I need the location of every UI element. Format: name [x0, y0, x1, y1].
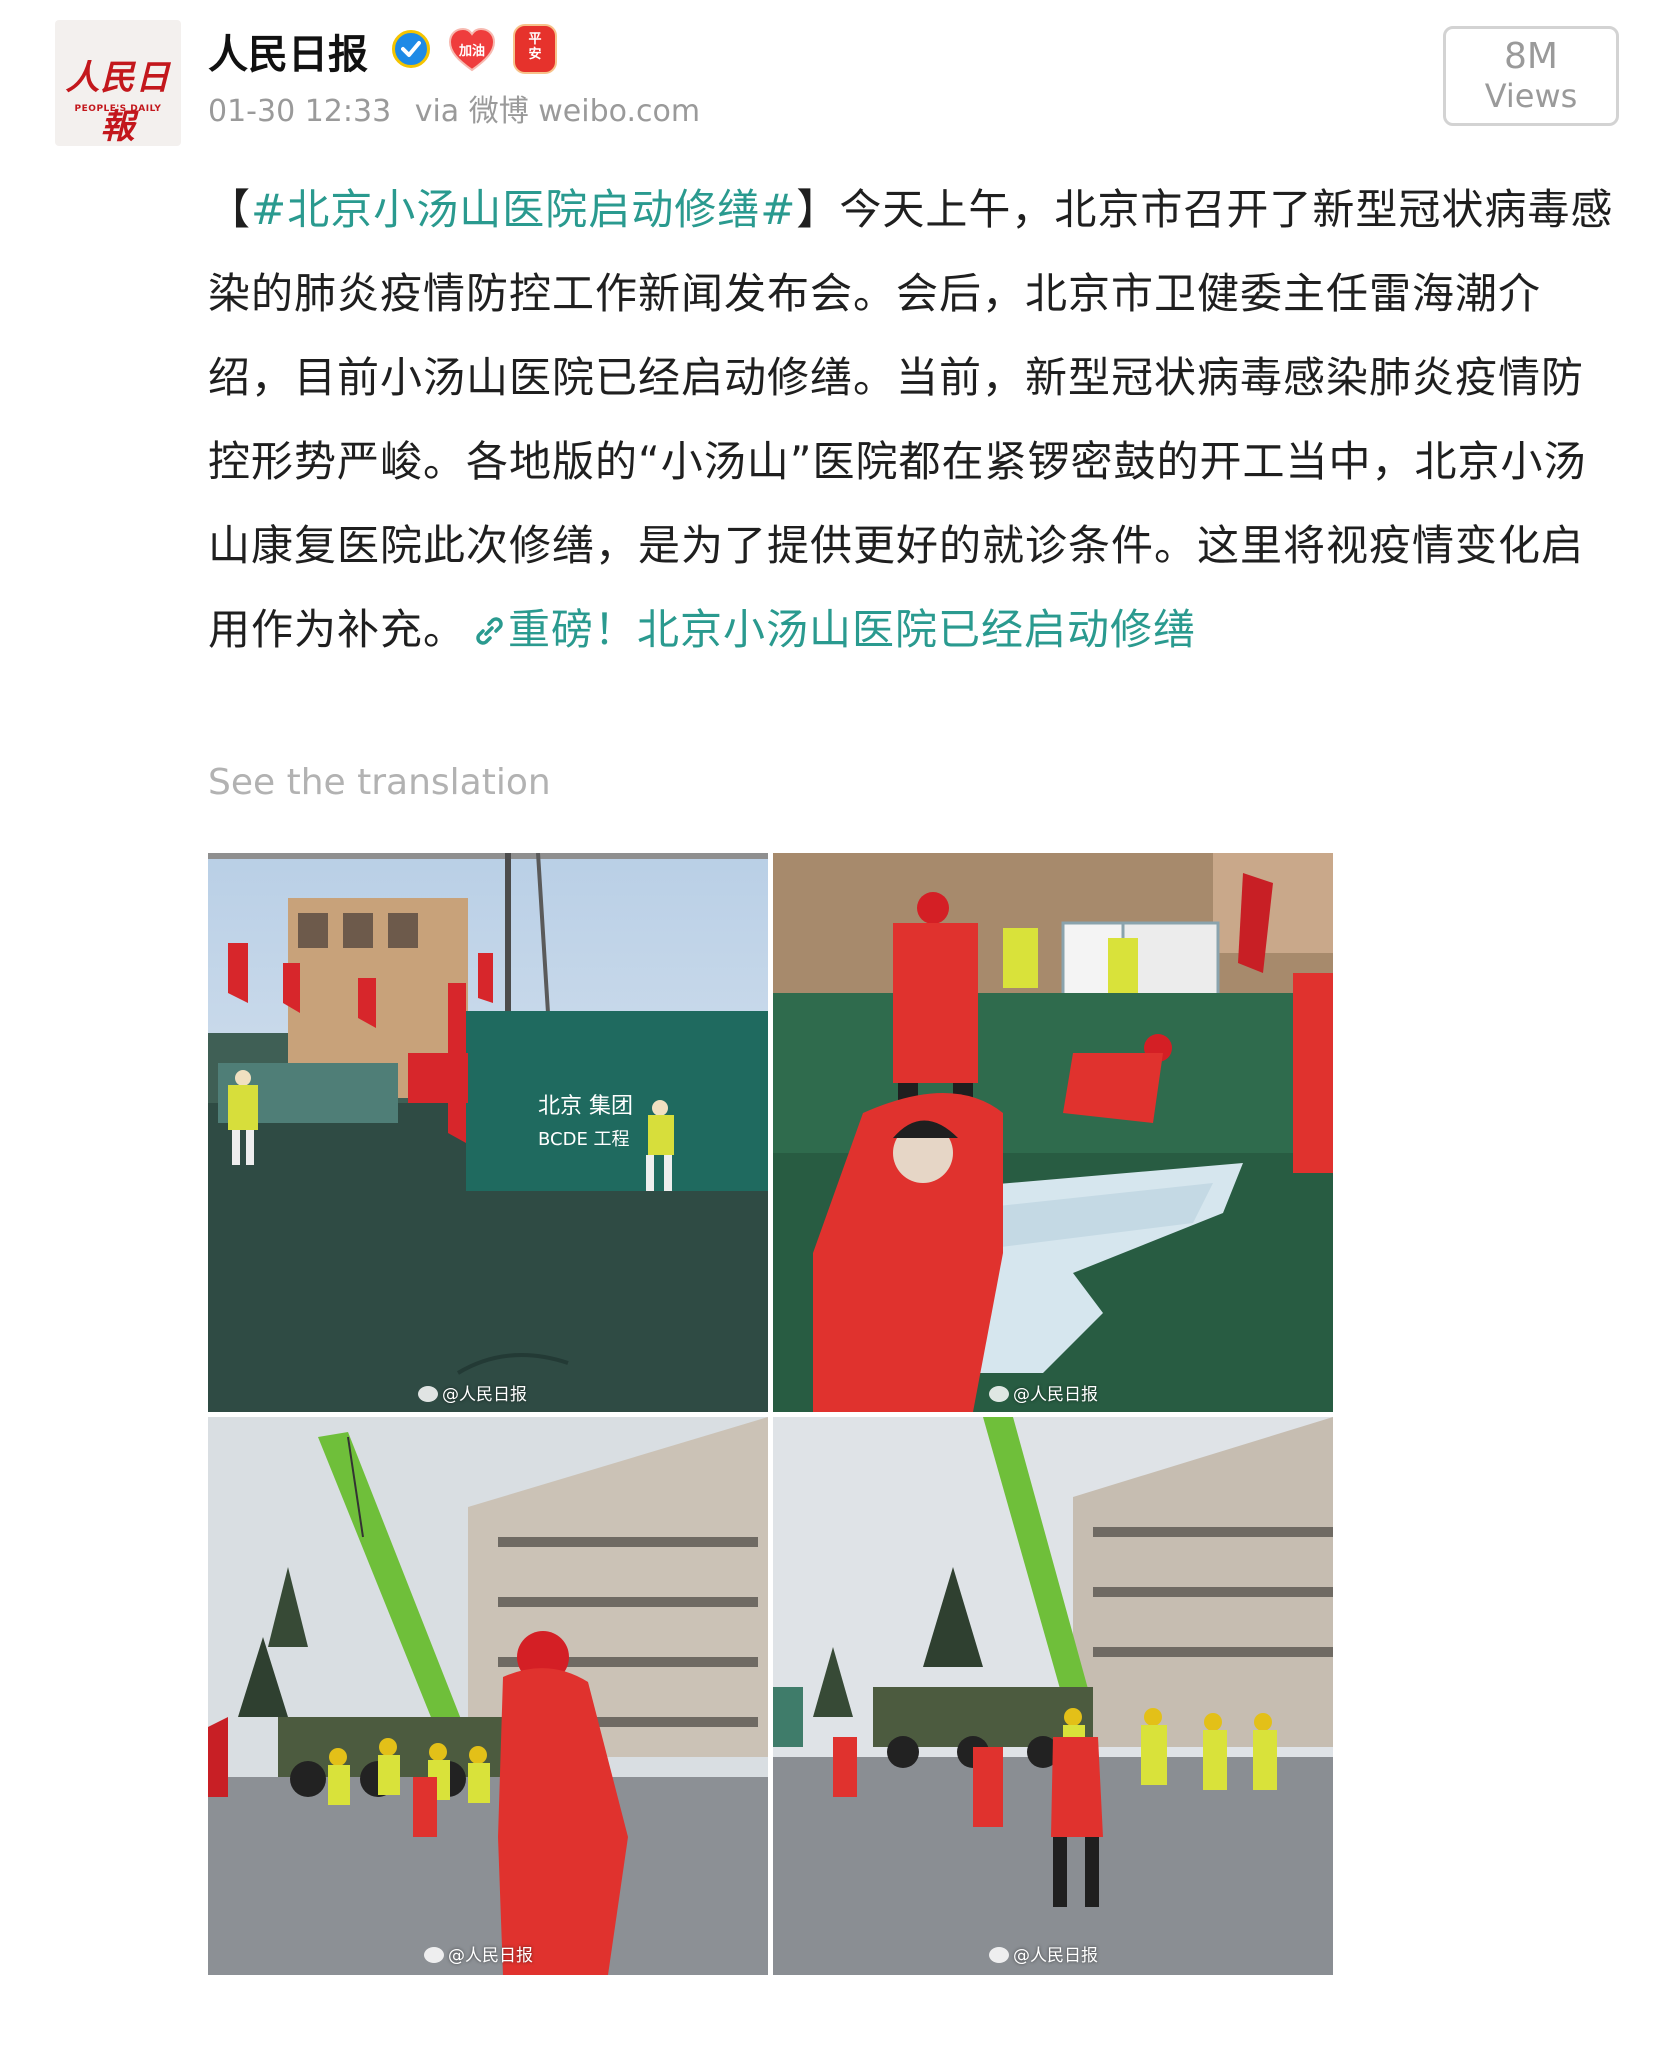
avatar-logo-text: 人民日報	[65, 58, 171, 147]
svg-text:北京 集团: 北京 集团	[538, 1094, 633, 1119]
author-avatar[interactable]: 人民日報 PEOPLE'S DAILY	[55, 20, 181, 147]
bracket-close: 】	[796, 185, 840, 234]
views-counter: 8M Views	[1443, 26, 1619, 126]
post-image-1[interactable]: 北京 集团 BCDE 工程 @人民日报	[208, 853, 768, 1412]
verified-check-icon	[392, 30, 430, 68]
post-image-2[interactable]: @人民日报	[773, 853, 1333, 1412]
post-source: via 微博 weibo.com	[414, 94, 701, 129]
heart-badge-text: 加油	[458, 44, 485, 59]
post-content: 【#北京小汤山医院启动修缮#】今天上午，北京市召开了新型冠状病毒感染的肺炎疫情防…	[208, 168, 1626, 676]
heart-badge-icon: 加油	[448, 27, 496, 72]
image-watermark: @人民日报	[989, 1380, 1098, 1405]
translate-button[interactable]: See the translation	[208, 762, 551, 803]
article-link[interactable]: 重磅！北京小汤山医院已经启动修缮	[508, 605, 1196, 654]
avatar-logo-subtitle: PEOPLE'S DAILY	[74, 104, 162, 114]
author-name[interactable]: 人民日报	[208, 22, 368, 80]
post-timestamp: 01-30 12:33	[208, 94, 392, 129]
weibo-icon	[989, 1947, 1009, 1963]
post-body-text: 今天上午，北京市召开了新型冠状病毒感染的肺炎疫情防控工作新闻发布会。会后，北京市…	[208, 185, 1614, 654]
post-image-4[interactable]: @人民日报	[773, 1417, 1333, 1975]
hashtag-link[interactable]: #北京小汤山医院启动修缮#	[251, 185, 796, 234]
peace-badge-text: 平 安	[528, 32, 542, 62]
image-watermark: @人民日报	[989, 1941, 1098, 1966]
views-count: 8M	[1504, 36, 1558, 77]
svg-text:BCDE 工程: BCDE 工程	[538, 1129, 630, 1150]
post-image-3[interactable]: @人民日报	[208, 1417, 768, 1975]
image-watermark: @人民日报	[418, 1380, 527, 1405]
views-label: Views	[1484, 77, 1578, 115]
weibo-icon	[418, 1386, 438, 1402]
peace-badge-icon: 平 安	[513, 24, 557, 74]
bracket-open: 【	[208, 185, 252, 234]
post-meta: 01-30 12:33 via 微博 weibo.com	[208, 86, 714, 130]
weibo-icon	[989, 1386, 1009, 1402]
link-icon[interactable]	[472, 592, 506, 676]
weibo-icon	[424, 1947, 444, 1963]
image-watermark: @人民日报	[424, 1941, 533, 1966]
